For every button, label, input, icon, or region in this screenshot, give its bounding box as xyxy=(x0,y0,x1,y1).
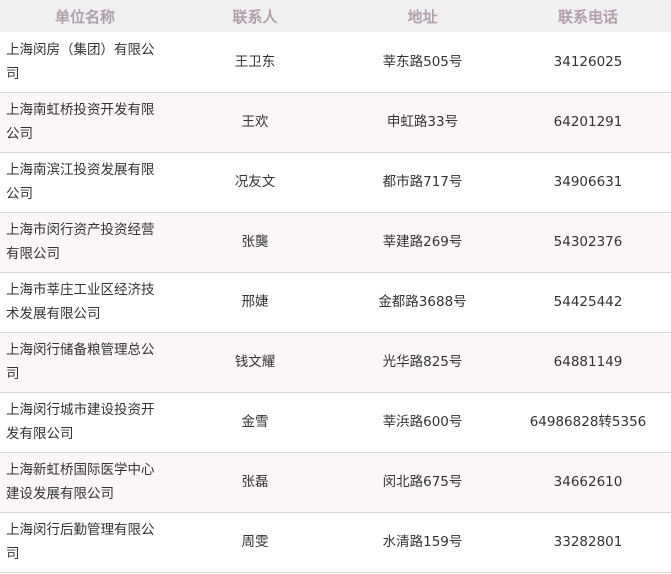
table-row: 上海南虹桥投资开发有限公司 王欢 申虹路33号 64201291 xyxy=(0,92,671,152)
address-cell: 闵北路675号 xyxy=(382,474,463,490)
phone-cell: 64201291 xyxy=(553,114,623,130)
phone-cell: 54302376 xyxy=(553,234,623,250)
contact-cell: 王欢 xyxy=(241,114,269,130)
contact-cell: 邢婕 xyxy=(241,294,269,310)
contact-cell: 张龑 xyxy=(241,234,269,250)
phone-cell: 34662610 xyxy=(553,474,623,490)
address-cell: 金都路3688号 xyxy=(378,294,467,310)
table-row: 上海南滨江投资发展有限公司 况友文 都市路717号 34906631 xyxy=(0,152,671,212)
table-row: 上海新虹桥国际医学中心建设发展有限公司 张磊 闵北路675号 34662610 xyxy=(0,452,671,512)
unit-name-cell: 上海新虹桥国际医学中心建设发展有限公司 xyxy=(6,462,155,502)
phone-cell: 54425442 xyxy=(553,294,623,310)
table-row: 上海市莘庄工业区经济技术发展有限公司 邢婕 金都路3688号 54425442 xyxy=(0,272,671,332)
table-body: 上海闵房（集团）有限公司 王卫东 莘东路505号 34126025 上海南虹桥投… xyxy=(0,32,671,572)
header-row: 单位名称 联系人 地址 联系电话 xyxy=(0,0,671,32)
header-contact: 联系人 xyxy=(232,7,278,26)
table-header: 单位名称 联系人 地址 联系电话 xyxy=(0,0,671,32)
table-row: 上海闵行储备粮管理总公司 钱文耀 光华路825号 64881149 xyxy=(0,332,671,392)
phone-cell: 34906631 xyxy=(553,174,623,190)
table-row: 上海市闵行资产投资经营有限公司 张龑 莘建路269号 54302376 xyxy=(0,212,671,272)
unit-name-cell: 上海闵房（集团）有限公司 xyxy=(6,41,155,82)
unit-name-cell: 上海南虹桥投资开发有限公司 xyxy=(6,102,155,142)
address-cell: 光华路825号 xyxy=(382,354,463,370)
phone-cell: 33282801 xyxy=(553,534,623,550)
unit-name-cell: 上海市闵行资产投资经营有限公司 xyxy=(6,222,155,262)
contact-cell: 周雯 xyxy=(241,534,269,550)
unit-name-cell: 上海闵行储备粮管理总公司 xyxy=(6,342,155,382)
header-address: 地址 xyxy=(407,7,438,26)
phone-cell: 34126025 xyxy=(553,53,623,70)
unit-name-cell: 上海南滨江投资发展有限公司 xyxy=(6,162,155,202)
address-cell: 莘东路505号 xyxy=(382,53,463,70)
table-row: 上海闵房（集团）有限公司 王卫东 莘东路505号 34126025 xyxy=(0,32,671,92)
header-unit-name: 单位名称 xyxy=(54,7,115,26)
address-cell: 莘浜路600号 xyxy=(382,414,463,430)
address-cell: 都市路717号 xyxy=(382,174,463,190)
address-cell: 水清路159号 xyxy=(382,534,463,550)
contact-cell: 王卫东 xyxy=(234,53,276,70)
unit-name-cell: 上海闵行后勤管理有限公司 xyxy=(6,522,155,562)
contact-cell: 况友文 xyxy=(234,174,276,190)
header-phone: 联系电话 xyxy=(557,7,618,26)
table-row: 上海闵行后勤管理有限公司 周雯 水清路159号 33282801 xyxy=(0,512,671,572)
contact-table: 单位名称 联系人 地址 联系电话 上海闵房（集团）有限公司 王卫东 莘东路505… xyxy=(0,0,671,573)
contact-cell: 钱文耀 xyxy=(234,354,276,370)
unit-name-cell: 上海闵行城市建设投资开发有限公司 xyxy=(6,402,155,442)
address-cell: 莘建路269号 xyxy=(382,234,463,250)
phone-cell: 64986828转5356 xyxy=(529,414,647,430)
contact-cell: 张磊 xyxy=(241,474,269,490)
unit-name-cell: 上海市莘庄工业区经济技术发展有限公司 xyxy=(6,282,155,322)
contact-cell: 金雪 xyxy=(241,414,269,430)
table-row: 上海闵行城市建设投资开发有限公司 金雪 莘浜路600号 64986828转535… xyxy=(0,392,671,452)
phone-cell: 64881149 xyxy=(553,354,623,370)
address-cell: 申虹路33号 xyxy=(386,114,459,130)
